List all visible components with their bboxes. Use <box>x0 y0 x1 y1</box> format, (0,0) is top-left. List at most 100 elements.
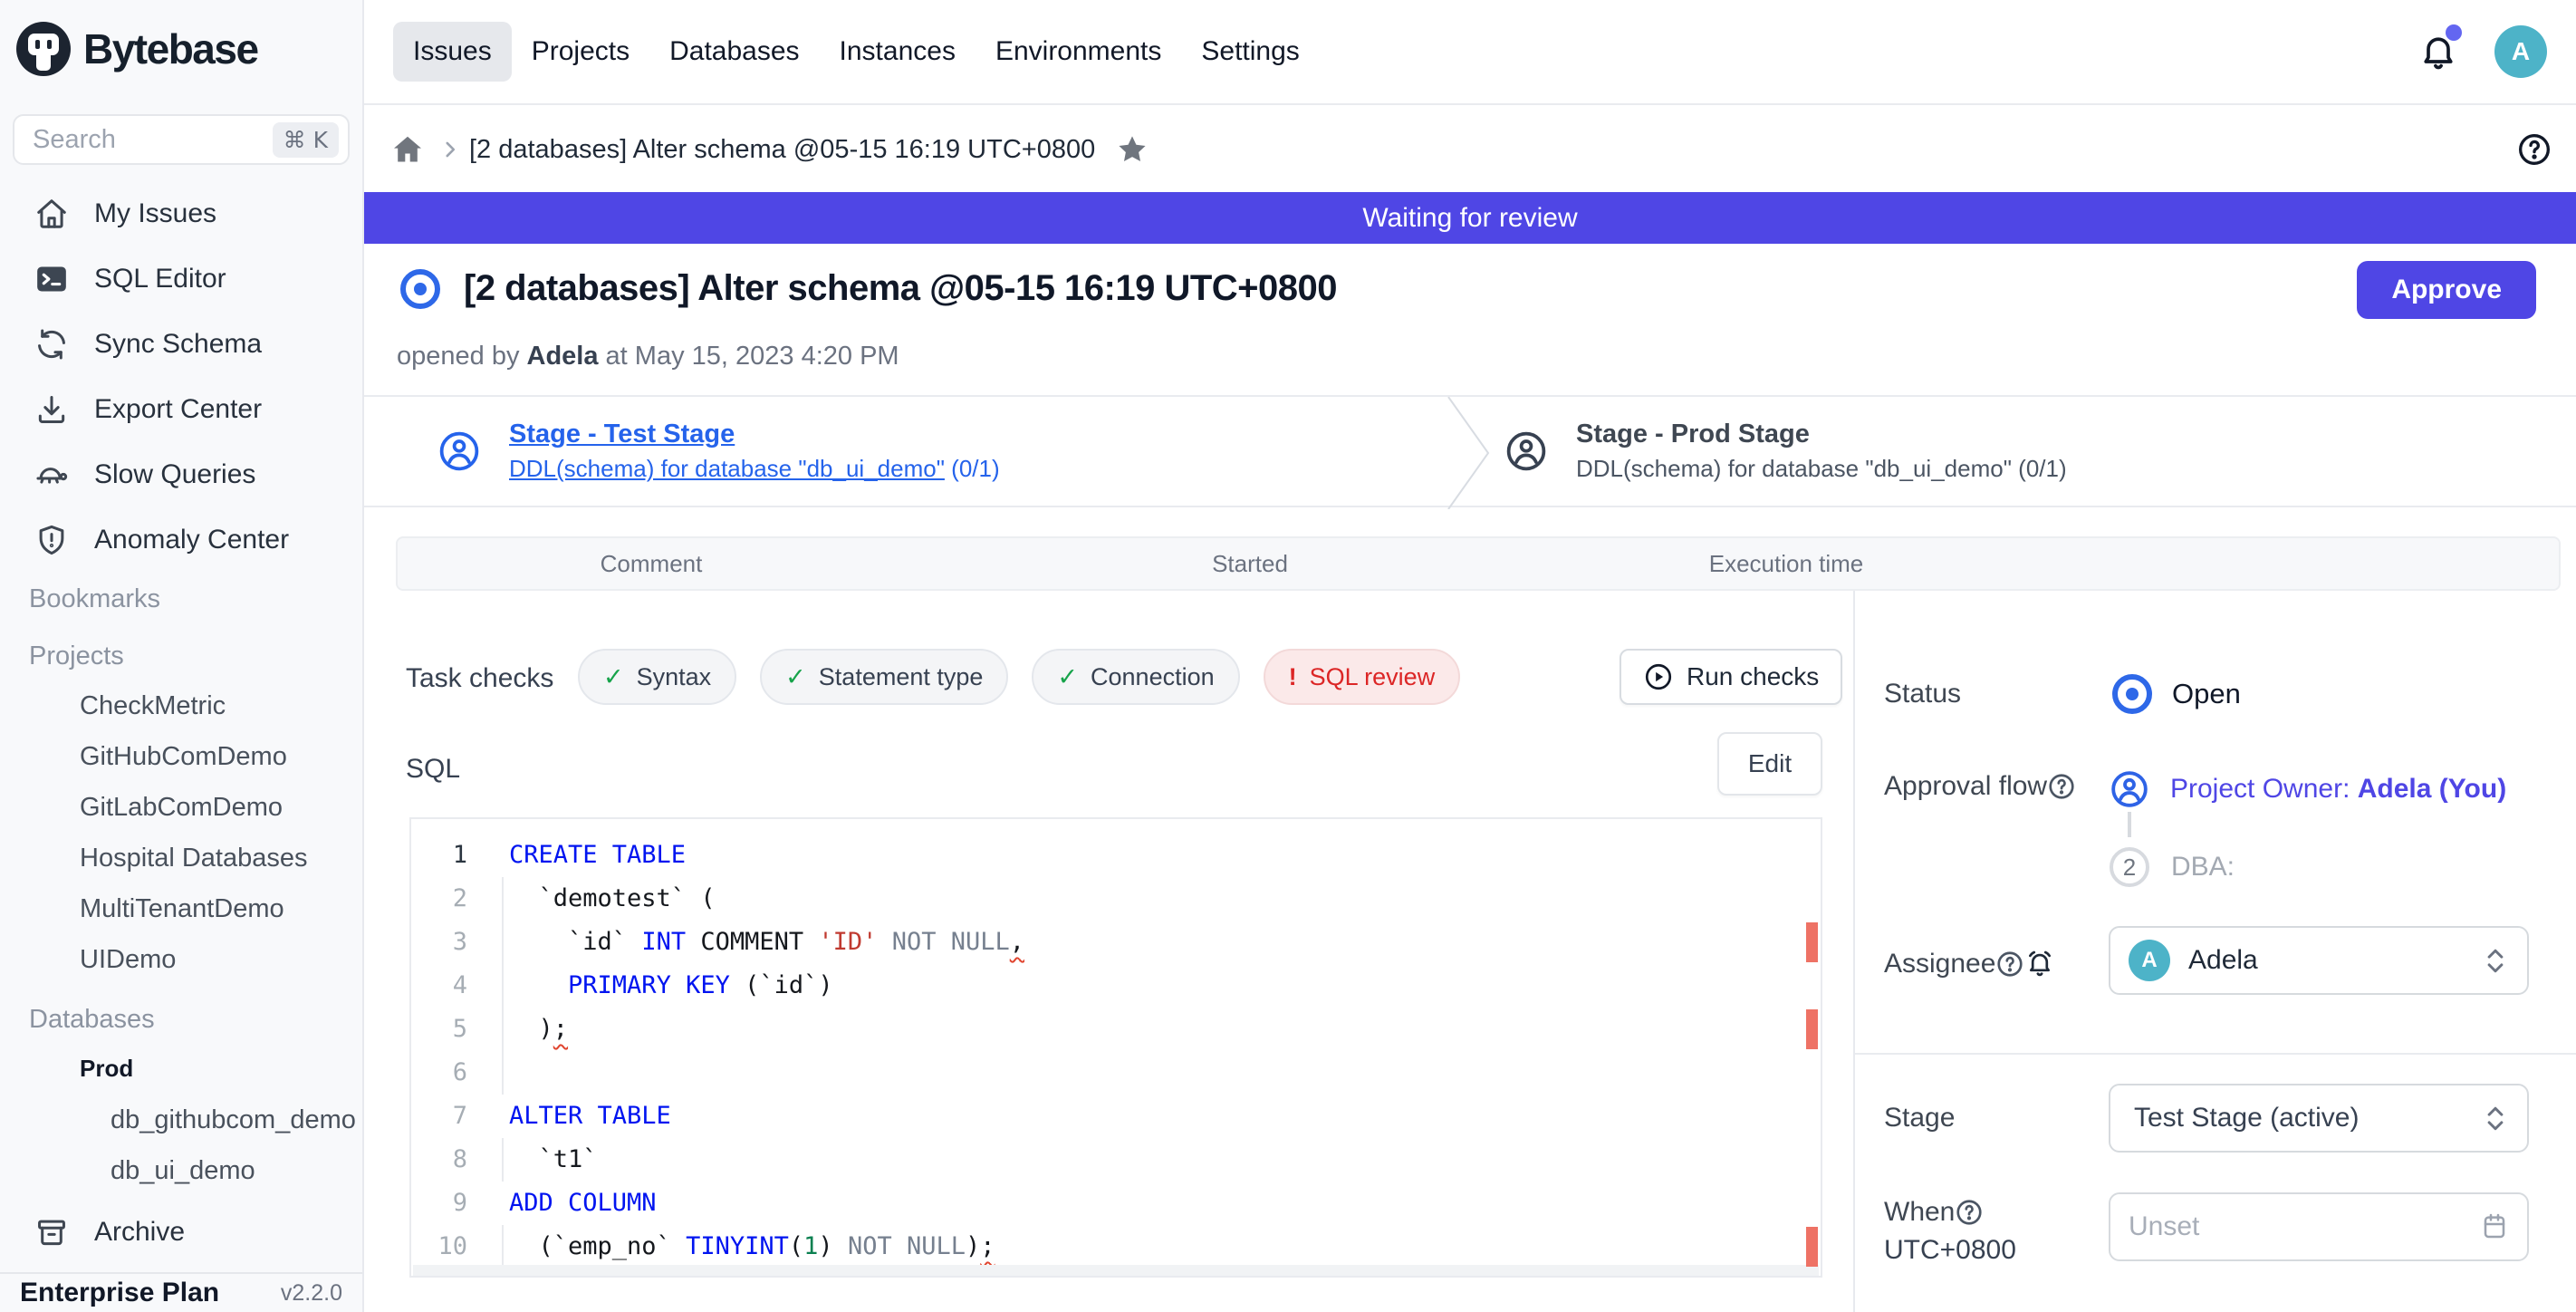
line-number: 2 <box>411 877 498 921</box>
assignee-select[interactable]: A Adela <box>2109 926 2529 995</box>
sidebar-item-slow-queries[interactable]: Slow Queries <box>0 442 362 507</box>
assignee-value: Adela <box>2188 945 2258 976</box>
sidebar-database-item[interactable]: db_ui_demo <box>0 1145 362 1196</box>
sidebar-item-sync-schema[interactable]: Sync Schema <box>0 312 362 377</box>
code-line[interactable]: 2 `demotest` ( <box>411 877 1802 921</box>
edit-sql-button[interactable]: Edit <box>1717 732 1822 796</box>
bytebase-logo-icon <box>16 22 71 76</box>
help-icon[interactable] <box>2516 131 2552 168</box>
sidebar-database-item[interactable]: db_githubcom_demo <box>0 1095 362 1145</box>
code-line[interactable]: 9ADD COLUMN <box>411 1182 1802 1225</box>
sidebar-item-label: SQL Editor <box>94 264 226 294</box>
status-label: Status <box>1884 679 1961 709</box>
sidebar-project-item[interactable]: CheckMetric <box>0 680 362 731</box>
person-circle-icon <box>2109 768 2150 810</box>
task-check-pills: ✓Syntax ✓Statement type ✓Connection !SQL… <box>578 649 1460 705</box>
status-value-row: Open <box>2112 670 2549 718</box>
sidebar-environment-prod: Prod <box>0 1044 362 1093</box>
stage-pipeline: Stage - Test Stage DDL(schema) for datab… <box>364 395 2576 507</box>
breadcrumb-home-icon[interactable] <box>391 133 424 166</box>
nav-item-issues[interactable]: Issues <box>393 22 512 82</box>
question-circle-icon[interactable] <box>2047 772 2076 801</box>
sql-error-marker <box>1806 922 1818 962</box>
nav-item-databases[interactable]: Databases <box>649 22 819 82</box>
sql-error-marker <box>1806 1009 1818 1049</box>
question-circle-icon[interactable] <box>1955 1198 1984 1227</box>
review-status-banner: Waiting for review <box>364 192 2576 244</box>
stage-subtitle[interactable]: DDL(schema) for database "db_ui_demo" <box>1576 455 2012 482</box>
error-icon: ! <box>1289 663 1297 691</box>
sidebar-item-archive[interactable]: Archive <box>0 1200 362 1265</box>
user-avatar[interactable]: A <box>2494 25 2547 78</box>
run-checks-button[interactable]: Run checks <box>1620 649 1842 705</box>
stage-select[interactable]: Test Stage (active) <box>2109 1084 2529 1153</box>
sidebar-item-label: Anomaly Center <box>94 525 289 555</box>
sidebar-project-item[interactable]: MultiTenantDemo <box>0 883 362 934</box>
code-line[interactable]: 3 `id` INT COMMENT 'ID' NOT NULL, <box>411 921 1802 964</box>
approve-button[interactable]: Approve <box>2357 261 2536 319</box>
plan-footer[interactable]: Enterprise Plan v2.2.0 <box>0 1272 362 1312</box>
sidebar-section-databases[interactable]: Databases <box>0 994 362 1045</box>
subscribe-bell-icon[interactable] <box>2024 949 2055 979</box>
sidebar-project-item[interactable]: Hospital Databases <box>0 833 362 883</box>
banner-text: Waiting for review <box>1362 203 1577 234</box>
sql-editor[interactable]: 1CREATE TABLE2 `demotest` (3 `id` INT CO… <box>409 817 1822 1278</box>
sidebar-project-item[interactable]: GitHubComDemo <box>0 731 362 782</box>
code-line[interactable]: 1CREATE TABLE <box>411 834 1802 877</box>
sidebar-item-anomaly-center[interactable]: Anomaly Center <box>0 507 362 573</box>
notifications-bell-icon[interactable] <box>2418 32 2458 72</box>
sidebar-item-sql-editor[interactable]: SQL Editor <box>0 246 362 312</box>
sidebar-section-bookmarks[interactable]: Bookmarks <box>0 574 362 623</box>
approval-step-1[interactable]: Project Owner: Adela (You) <box>2109 766 2549 813</box>
code-line[interactable]: 8 `t1` <box>411 1138 1802 1182</box>
check-pill-sql-review[interactable]: !SQL review <box>1264 649 1461 705</box>
star-icon[interactable] <box>1115 132 1149 167</box>
task-checks-label: Task checks <box>406 663 553 694</box>
person-circle-icon <box>1504 429 1549 474</box>
check-icon: ✓ <box>603 663 624 691</box>
sidebar-item-label: Slow Queries <box>94 459 255 490</box>
brand-logo[interactable]: Bytebase <box>16 22 258 76</box>
stage-title[interactable]: Stage - Test Stage <box>509 420 1000 449</box>
nav-item-instances[interactable]: Instances <box>820 22 976 82</box>
notification-badge <box>2446 24 2462 41</box>
search-input[interactable]: Search ⌘ K <box>13 114 350 165</box>
when-datetime-input[interactable]: Unset <box>2109 1192 2529 1261</box>
stage-subtitle[interactable]: DDL(schema) for database "db_ui_demo" <box>509 455 945 482</box>
issue-header: [2 databases] Alter schema @05-15 16:19 … <box>364 244 2576 395</box>
when-label: When <box>1884 1197 1955 1228</box>
stage-test-stage[interactable]: Stage - Test Stage DDL(schema) for datab… <box>437 397 1000 506</box>
issue-author[interactable]: Adela <box>527 342 599 371</box>
open-status-icon <box>2112 674 2152 714</box>
approval-role: Project Owner: <box>2170 774 2358 804</box>
sidebar-projects-list: CheckMetricGitHubComDemoGitLabComDemoHos… <box>0 680 362 985</box>
nav-item-environments[interactable]: Environments <box>976 22 1181 82</box>
nav-item-projects[interactable]: Projects <box>512 22 649 82</box>
sidebar-project-item[interactable]: UIDemo <box>0 934 362 985</box>
sidebar-item-my-issues[interactable]: My Issues <box>0 181 362 246</box>
question-circle-icon[interactable] <box>1995 950 2024 979</box>
check-pill-statement-type[interactable]: ✓Statement type <box>760 649 1008 705</box>
sidebar-section-projects[interactable]: Projects <box>0 632 362 680</box>
sidebar-item-export-center[interactable]: Export Center <box>0 377 362 442</box>
check-pill-connection[interactable]: ✓Connection <box>1032 649 1239 705</box>
check-pill-syntax[interactable]: ✓Syntax <box>578 649 736 705</box>
editor-horizontal-scrollbar[interactable] <box>413 1265 1819 1276</box>
brand-name: Bytebase <box>83 24 258 73</box>
sidebar-item-label: Archive <box>94 1217 185 1248</box>
sidebar-project-item[interactable]: GitLabComDemo <box>0 782 362 833</box>
approval-user[interactable]: Adela (You) <box>2358 774 2506 804</box>
breadcrumb-issue-title[interactable]: [2 databases] Alter schema @05-15 16:19 … <box>469 135 1095 165</box>
code-line[interactable]: 10 (`emp_no` TINYINT(1) NOT NULL); <box>411 1225 1802 1269</box>
sidebar-item-label: My Issues <box>94 198 216 229</box>
code-line[interactable]: 7ALTER TABLE <box>411 1095 1802 1138</box>
code-line[interactable]: 6 <box>411 1051 1802 1095</box>
stage-prod-stage[interactable]: Stage - Prod Stage DDL(schema) for datab… <box>1504 397 2067 506</box>
code-line[interactable]: 5 ); <box>411 1008 1802 1051</box>
stage-title[interactable]: Stage - Prod Stage <box>1576 420 2067 449</box>
code-line[interactable]: 4 PRIMARY KEY (`id`) <box>411 964 1802 1008</box>
nav-item-settings[interactable]: Settings <box>1181 22 1319 82</box>
line-number: 3 <box>411 921 498 964</box>
breadcrumb: [2 databases] Alter schema @05-15 16:19 … <box>364 107 2576 192</box>
stage-task-count: (0/1) <box>945 455 1000 482</box>
